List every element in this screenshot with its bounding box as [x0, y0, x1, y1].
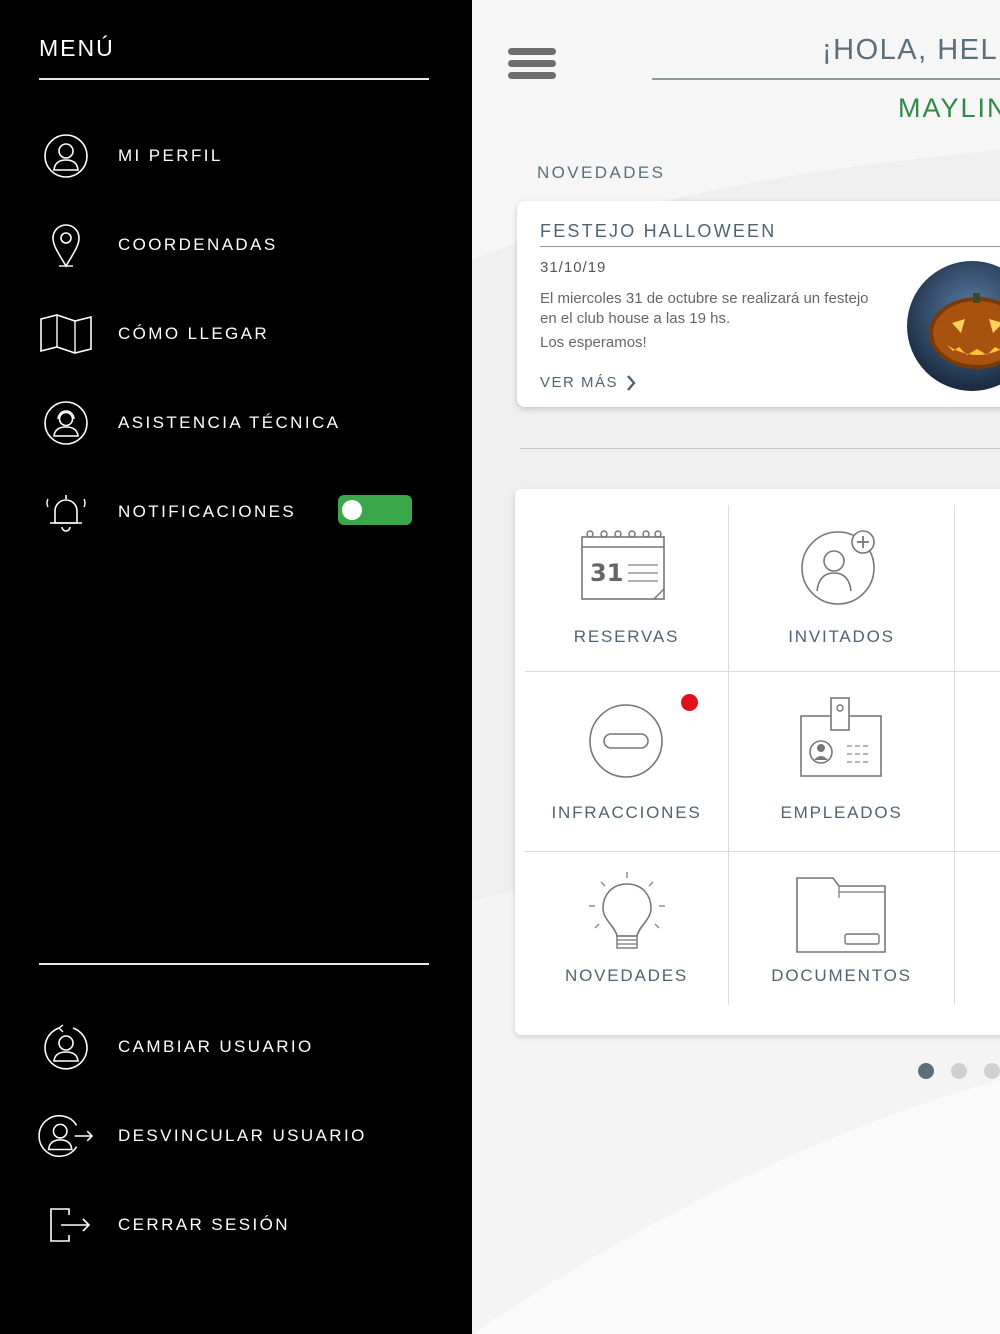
sidebar-item-asistencia-tecnica[interactable]: ASISTENCIA TÉCNICA	[38, 395, 438, 451]
toggle-knob	[342, 500, 362, 520]
add-user-icon	[801, 530, 875, 605]
tile-label-invitados: INVITADOS	[788, 627, 895, 646]
bell-icon	[46, 495, 86, 532]
user-name: MAYLIN	[898, 93, 1000, 123]
tile-label-reservas: RESERVAS	[573, 627, 680, 646]
sidebar-item-desvincular-usuario[interactable]: DESVINCULAR USUARIO	[38, 1108, 438, 1164]
see-more-label: VER MÁS	[540, 374, 619, 391]
halloween-pumpkin-image	[907, 261, 1000, 391]
greeting-text: ¡HOLA, HELI	[822, 34, 1000, 66]
tile-empleados[interactable]: EMPLEADOS	[729, 672, 954, 851]
no-entry-icon	[589, 704, 663, 778]
sidebar-item-label: COORDENADAS	[118, 235, 278, 254]
page-dot[interactable]	[984, 1063, 1000, 1079]
chevron-right-icon	[627, 374, 636, 391]
hamburger-menu-button[interactable]	[508, 48, 556, 84]
sidebar-item-label: DESVINCULAR USUARIO	[118, 1126, 367, 1145]
page-dot[interactable]	[951, 1063, 967, 1079]
news-body-closing: Los esperamos!	[540, 334, 647, 351]
sidebar-item-label: CAMBIAR USUARIO	[118, 1037, 314, 1056]
tile-label-documentos: DOCUMENTOS	[771, 966, 912, 985]
sidebar-item-label: ASISTENCIA TÉCNICA	[118, 413, 341, 432]
support-icon	[44, 401, 88, 445]
tile-invitados[interactable]: INVITADOS	[729, 505, 954, 671]
sidebar-item-label: NOTIFICACIONES	[118, 502, 297, 521]
location-pin-icon	[52, 224, 80, 268]
news-date: 31/10/19	[540, 259, 607, 276]
news-card[interactable]: FESTEJO HALLOWEEN 31/10/19 El miercoles …	[517, 201, 1000, 407]
grid-divider	[954, 505, 955, 1005]
hamburger-bar	[508, 72, 556, 79]
news-body: El miercoles 31 de octubre se realizará …	[540, 290, 869, 327]
folder-icon	[796, 877, 886, 953]
tile-reservas[interactable]: 31 RESERVAS	[525, 505, 728, 671]
news-title: FESTEJO HALLOWEEN	[540, 221, 777, 241]
main-content: ¡HOLA, HELI MAYLIN NOVEDADES FESTEJO HAL…	[472, 0, 1000, 1334]
map-icon	[40, 314, 92, 354]
sidebar-item-cerrar-sesion[interactable]: CERRAR SESIÓN	[38, 1197, 438, 1253]
tile-infracciones[interactable]: INFRACCIONES	[525, 672, 728, 851]
user-icon	[44, 134, 88, 178]
sidebar-item-label: CERRAR SESIÓN	[118, 1215, 290, 1234]
tile-documentos[interactable]: DOCUMENTOS	[729, 852, 954, 1005]
sidebar-item-mi-perfil[interactable]: MI PERFIL	[38, 128, 438, 184]
tile-label-infracciones: INFRACCIONES	[551, 803, 702, 822]
greeting-divider	[652, 78, 1000, 80]
section-divider	[520, 448, 1000, 449]
logout-icon	[50, 1208, 91, 1242]
news-section-label: NOVEDADES	[537, 163, 666, 182]
menu-title: MENÚ	[39, 35, 115, 61]
hamburger-bar	[508, 48, 556, 55]
sidebar-item-label: CÓMO LLEGAR	[118, 324, 270, 343]
services-grid: 31 RESERVAS INVITADOS INFRACCIONES EMPLE…	[515, 489, 1000, 1035]
unlink-user-icon	[38, 1115, 94, 1157]
see-more-link[interactable]: VER MÁS	[540, 374, 636, 391]
calendar-icon: 31	[581, 530, 665, 600]
menu-title-divider	[39, 78, 429, 80]
tile-label-novedades: NOVEDADES	[565, 966, 688, 985]
notifications-toggle[interactable]	[338, 495, 412, 525]
hamburger-bar	[508, 60, 556, 67]
news-title-divider	[540, 246, 1000, 247]
page-indicator	[918, 1063, 1000, 1079]
lightbulb-icon	[589, 872, 665, 949]
calendar-day: 31	[590, 559, 623, 587]
tile-label-empleados: EMPLEADOS	[780, 803, 903, 822]
sidebar-menu: MENÚ MI PERFIL COORDENADAS CÓMO LLEGAR A…	[0, 0, 472, 1334]
page-dot-active[interactable]	[918, 1063, 934, 1079]
tile-novedades[interactable]: NOVEDADES	[525, 852, 728, 1005]
menu-bottom-divider	[39, 963, 429, 965]
switch-user-icon	[44, 1024, 88, 1070]
sidebar-item-label: MI PERFIL	[118, 146, 223, 165]
notification-badge	[681, 694, 698, 711]
id-badge-icon	[800, 697, 882, 777]
sidebar-item-como-llegar[interactable]: CÓMO LLEGAR	[38, 306, 438, 362]
sidebar-item-cambiar-usuario[interactable]: CAMBIAR USUARIO	[38, 1019, 438, 1075]
sidebar-item-coordenadas[interactable]: COORDENADAS	[38, 217, 438, 273]
